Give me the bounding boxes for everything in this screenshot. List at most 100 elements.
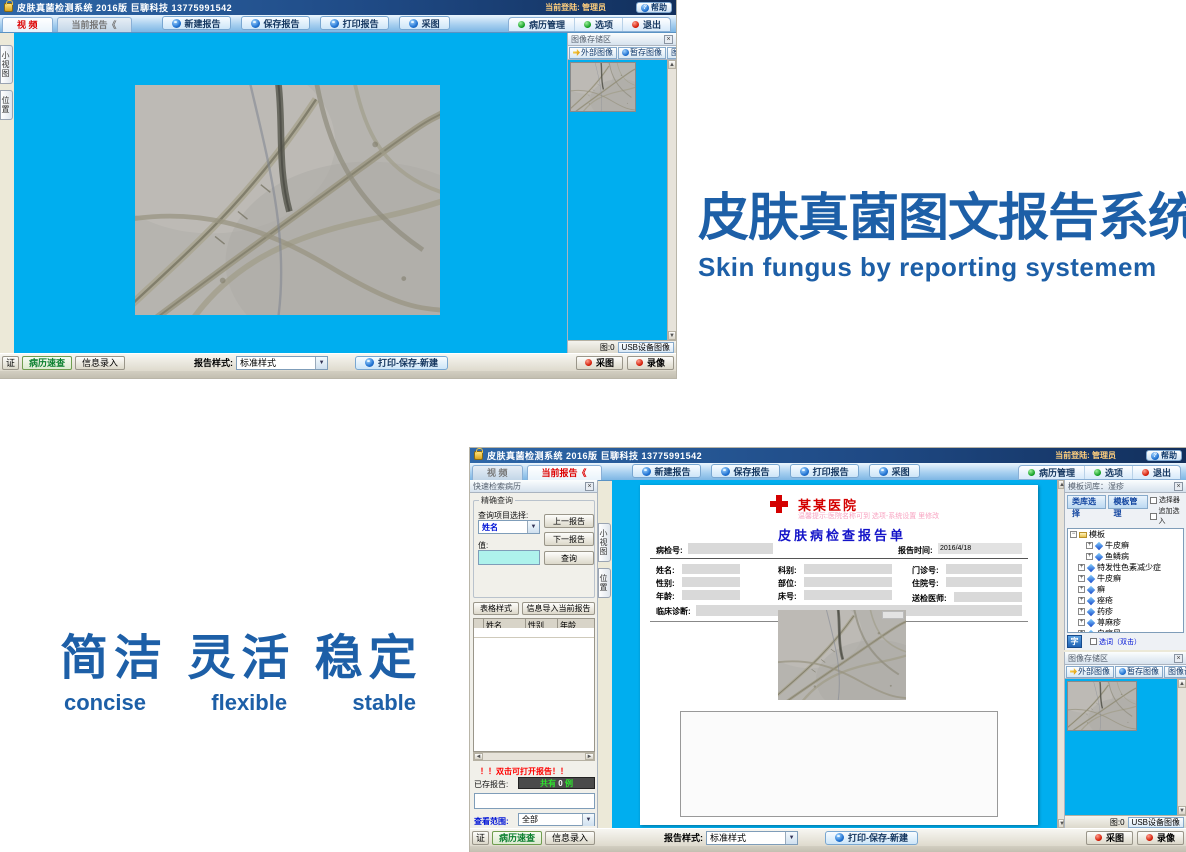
saved-report-input[interactable] (474, 793, 595, 809)
doctor-field[interactable] (954, 592, 1022, 602)
bed-field[interactable] (804, 590, 892, 600)
tree-item[interactable]: −模板 (1068, 529, 1183, 540)
image-settings-button[interactable]: 图像设置 (1164, 666, 1186, 678)
options-button[interactable]: 选项 (575, 18, 623, 31)
query-field-select[interactable]: 姓名▼ (478, 520, 540, 534)
collapse-icon[interactable]: − (1070, 531, 1077, 538)
view-range-select[interactable]: 全部▼ (518, 813, 595, 826)
expand-icon[interactable]: + (1078, 575, 1085, 582)
expand-icon[interactable]: + (1086, 553, 1093, 560)
results-table-body[interactable] (473, 628, 595, 752)
temp-image-button[interactable]: 暂存图像 (1115, 666, 1163, 678)
temp-image-button[interactable]: 暂存图像 (618, 47, 666, 59)
selector-checkbox[interactable]: 选择器 (1150, 495, 1184, 505)
save-report-button[interactable]: 保存报告 (241, 16, 310, 30)
external-image-button[interactable]: 外部图像 (569, 47, 617, 59)
age-field[interactable] (682, 590, 740, 600)
tab-video[interactable]: 视 频 (2, 17, 53, 32)
print-save-new-button[interactable]: 打印-保存-新建 (355, 356, 448, 370)
inpatient-no-field[interactable] (946, 577, 1022, 587)
report-page[interactable]: 某某医院 温馨提示:医院名称可到 选项-系统设置 里修改 皮肤病检查报告单 病检… (640, 485, 1038, 825)
report-scrollbar[interactable]: ▲▼ (1057, 480, 1064, 828)
panel-close-icon[interactable]: × (664, 35, 673, 44)
tab-current-report[interactable]: 当前报告《 (57, 17, 132, 32)
panel-close-icon[interactable]: × (1174, 654, 1183, 663)
capture-image-button[interactable]: 采图 (576, 356, 623, 370)
exit-button[interactable]: 退出 (623, 18, 670, 31)
report-time-field[interactable]: 2016/4/18 (938, 543, 1022, 554)
usb-device-button[interactable]: USB设备图像 (618, 342, 674, 353)
side-tab-preview[interactable]: 小视图 (598, 523, 611, 562)
scroll-up-icon[interactable]: ▲ (1178, 679, 1186, 688)
stored-image-thumbnail[interactable] (570, 62, 636, 112)
tab-video[interactable]: 视 频 (472, 465, 523, 480)
new-report-button[interactable]: 新建报告 (632, 464, 701, 478)
image-settings-button[interactable]: 图像设置 (667, 47, 676, 59)
findings-text-area[interactable] (680, 711, 998, 817)
record-video-button[interactable]: 录像 (1137, 831, 1184, 845)
info-entry-button[interactable]: 信息录入 (75, 356, 125, 370)
dept-field[interactable] (804, 564, 892, 574)
tree-item[interactable]: +荨麻疹 (1068, 617, 1183, 628)
scroll-up-icon[interactable]: ▲ (668, 60, 676, 69)
new-report-button[interactable]: 新建报告 (162, 16, 231, 30)
exam-no-field[interactable] (688, 543, 773, 554)
capture-button[interactable]: 采图 (399, 16, 450, 30)
template-manage-button[interactable]: 模板管理 (1108, 495, 1147, 509)
sex-field[interactable] (682, 577, 740, 587)
video-area[interactable] (14, 33, 567, 353)
save-report-button[interactable]: 保存报告 (711, 464, 780, 478)
template-tree[interactable]: −模板 +牛皮癣 +鱼鳞病 +特发性色素减少症 +牛皮癣 +癣 +痤疮 +药疹 … (1067, 528, 1184, 633)
report-style-select[interactable]: 标准样式▼ (236, 356, 328, 370)
records-button[interactable]: 病历管理 (509, 18, 575, 31)
expand-icon[interactable]: + (1086, 542, 1093, 549)
quick-search-button[interactable]: 病历速查 (492, 831, 542, 845)
help-button[interactable]: ?帮助 (636, 2, 672, 13)
scroll-left-icon[interactable]: ◄ (474, 753, 483, 760)
side-tab-preview[interactable]: 小视图 (0, 45, 13, 84)
tree-item[interactable]: +癣 (1068, 584, 1183, 595)
panel-close-icon[interactable]: × (585, 482, 594, 491)
storage-scrollbar[interactable]: ▲▼ (667, 60, 676, 340)
external-image-button[interactable]: 外部图像 (1066, 666, 1114, 678)
options-button[interactable]: 选项 (1085, 466, 1133, 479)
font-button[interactable]: 字 (1067, 635, 1082, 648)
class-select-button[interactable]: 类库选择 (1067, 495, 1106, 509)
query-button[interactable]: 查询 (544, 551, 594, 565)
help-button[interactable]: ?帮助 (1146, 450, 1182, 461)
tree-item[interactable]: +牛皮癣 (1068, 540, 1183, 551)
capture-image-button[interactable]: 采图 (1086, 831, 1133, 845)
table-style-button[interactable]: 表格样式 (473, 602, 519, 615)
side-tab-position[interactable]: 位置 (598, 568, 611, 598)
panel-close-icon[interactable]: × (1174, 482, 1183, 491)
expand-icon[interactable]: + (1078, 597, 1085, 604)
info-entry-button[interactable]: 信息录入 (545, 831, 595, 845)
print-report-button[interactable]: 打印报告 (790, 464, 859, 478)
table-hscrollbar[interactable]: ◄ ► (473, 752, 595, 761)
tree-item[interactable]: +痤疮 (1068, 595, 1183, 606)
cert-button[interactable]: 证 (2, 356, 19, 370)
scroll-down-icon[interactable]: ▼ (668, 331, 676, 340)
expand-icon[interactable]: + (1078, 564, 1085, 571)
stored-image-thumbnail[interactable] (1067, 681, 1137, 731)
tab-current-report[interactable]: 当前报告《 (527, 465, 602, 480)
print-report-button[interactable]: 打印报告 (320, 16, 389, 30)
prev-report-button[interactable]: 上一报告 (544, 514, 594, 528)
usb-device-button[interactable]: USB设备图像 (1128, 817, 1184, 828)
report-style-select[interactable]: 标准样式▼ (706, 831, 798, 845)
print-save-new-button[interactable]: 打印-保存-新建 (825, 831, 918, 845)
tree-item[interactable]: +特发性色素减少症 (1068, 562, 1183, 573)
scroll-down-icon[interactable]: ▼ (1178, 806, 1186, 815)
storage-scrollbar[interactable]: ▲▼ (1177, 679, 1186, 815)
title-bar[interactable]: 皮肤真菌检测系统 2016版 巨聊科技 13775991542 当前登陆: 管理… (470, 448, 1186, 463)
expand-icon[interactable]: + (1078, 619, 1085, 626)
pick-word-checkbox[interactable]: 选词（双击） (1090, 637, 1141, 647)
cert-button[interactable]: 证 (472, 831, 489, 845)
expand-icon[interactable]: + (1078, 608, 1085, 615)
append-checkbox[interactable]: 追加选入 (1150, 506, 1184, 526)
clinic-no-field[interactable] (946, 564, 1022, 574)
name-field[interactable] (682, 564, 740, 574)
title-bar[interactable]: 皮肤真菌检测系统 2016版 巨聊科技 13775991542 当前登陆: 管理… (0, 0, 676, 15)
record-video-button[interactable]: 录像 (627, 356, 674, 370)
table-row[interactable] (474, 628, 594, 638)
